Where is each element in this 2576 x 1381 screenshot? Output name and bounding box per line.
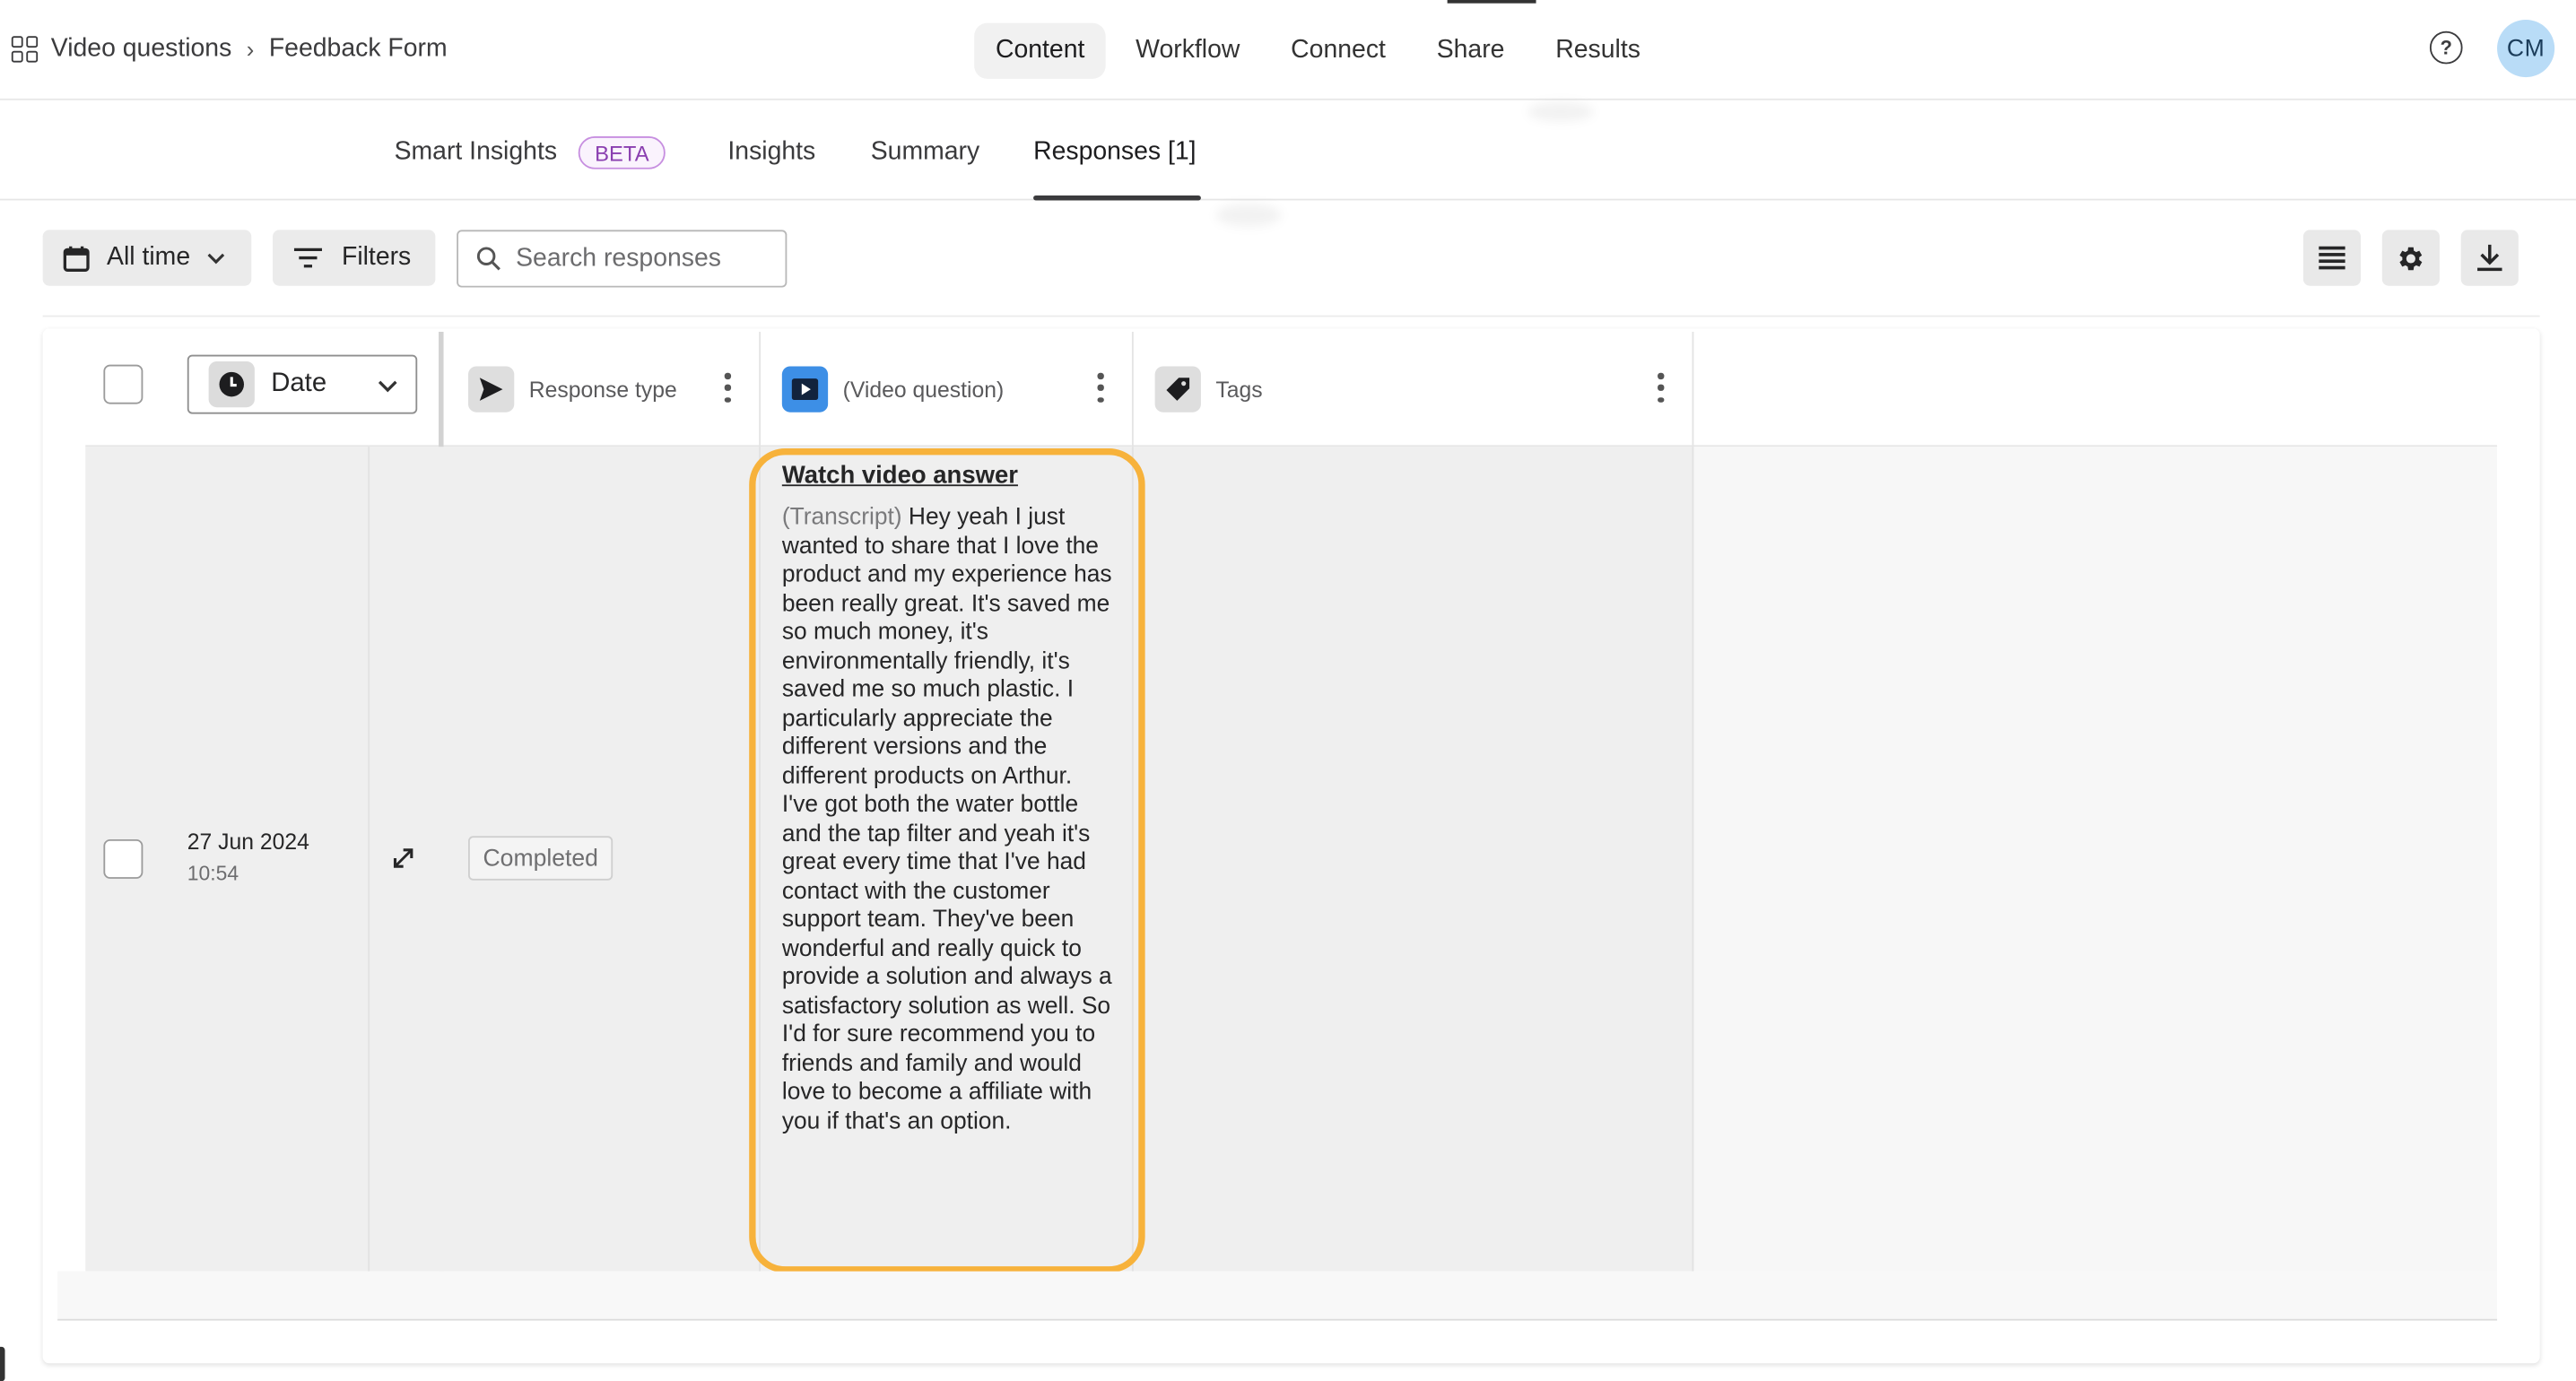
share-tab-indicator — [1447, 0, 1536, 4]
column-header-video-question[interactable]: (Video question) — [781, 365, 1005, 414]
subtab-summary[interactable]: Summary — [871, 135, 979, 170]
time-filter-button[interactable]: All time — [42, 230, 252, 286]
transcript-text[interactable]: (Transcript) Hey yeah I just wanted to s… — [782, 504, 1114, 1136]
row-date: 27 Jun 2024 — [187, 829, 309, 855]
app-root: Video questions › Feedback Form Content … — [0, 0, 2576, 1381]
avatar[interactable]: CM — [2497, 19, 2555, 78]
active-subtab-underline — [1033, 195, 1201, 201]
subtab-insights[interactable]: Insights — [727, 135, 815, 170]
column-menu-icon[interactable] — [1097, 372, 1104, 403]
filter-lines-icon — [293, 248, 322, 268]
table-view-button[interactable] — [2302, 230, 2362, 286]
tag-icon — [1154, 366, 1201, 413]
table-header-row — [85, 332, 2498, 447]
settings-button[interactable] — [2381, 230, 2440, 286]
search-input[interactable] — [516, 243, 762, 274]
sort-select-label: Date — [271, 369, 327, 398]
top-header: Video questions › Feedback Form Content … — [0, 0, 2576, 100]
tab-workflow[interactable]: Workflow — [1114, 23, 1261, 79]
subtab-smart-insights-label: Smart Insights — [394, 137, 558, 166]
clock-icon — [208, 360, 255, 408]
time-filter-label: All time — [107, 243, 191, 272]
chevron-right-icon: › — [246, 36, 255, 63]
tab-share[interactable]: Share — [1415, 23, 1526, 79]
column-menu-icon[interactable] — [725, 372, 731, 403]
filters-button[interactable]: Filters — [273, 230, 436, 286]
gear-icon — [2399, 246, 2423, 270]
download-button[interactable] — [2460, 230, 2519, 286]
expand-icon[interactable] — [389, 844, 417, 872]
breadcrumb-parent[interactable]: Video questions — [51, 34, 232, 64]
video-play-icon — [781, 366, 829, 413]
transcript-label: (Transcript) — [781, 504, 902, 531]
tab-connect[interactable]: Connect — [1269, 23, 1406, 79]
column-header-response-type[interactable]: Response type — [468, 365, 677, 414]
list-view-icon — [2319, 245, 2345, 269]
search-box[interactable] — [457, 230, 788, 288]
cell-divider — [368, 447, 370, 1272]
apps-grid-icon[interactable] — [11, 36, 39, 63]
watch-video-link[interactable]: Watch video answer — [782, 462, 1018, 490]
filters-label: Filters — [341, 243, 412, 272]
cell-divider — [1692, 447, 1694, 1272]
subtab-responses[interactable]: Responses [1] — [1033, 135, 1197, 170]
send-icon — [468, 366, 515, 413]
column-divider — [1131, 331, 1134, 447]
table-row-empty-area — [1693, 447, 2498, 1272]
search-icon — [476, 247, 500, 271]
breadcrumb: Video questions › Feedback Form — [11, 31, 448, 67]
table-footer — [57, 1271, 2498, 1319]
status-badge: Completed — [468, 836, 614, 881]
download-icon — [2477, 244, 2502, 272]
toolbar-divider — [42, 315, 2540, 317]
row-select-checkbox[interactable] — [103, 838, 144, 879]
main-tabs: Content Workflow Connect Share Results — [974, 22, 1670, 79]
results-subtabs: Smart Insights BETA Insights Summary Res… — [0, 100, 2576, 201]
subtab-smart-insights[interactable]: Smart Insights BETA — [395, 135, 666, 170]
column-header-label: Tags — [1215, 377, 1263, 402]
calendar-icon — [63, 245, 90, 272]
tab-results[interactable]: Results — [1534, 23, 1661, 79]
column-divider — [1692, 331, 1694, 447]
chevron-down-icon — [207, 252, 224, 264]
transcript-body: Hey yeah I just wanted to share that I l… — [781, 504, 1112, 1134]
breadcrumb-current: Feedback Form — [268, 34, 448, 63]
column-header-label: (Video question) — [842, 377, 1005, 402]
column-divider — [759, 331, 761, 447]
window-edge-marker — [0, 1346, 5, 1381]
beta-badge: BETA — [578, 136, 666, 169]
select-all-checkbox[interactable] — [103, 364, 144, 404]
column-header-label: Response type — [528, 377, 677, 402]
column-menu-icon[interactable] — [1658, 372, 1664, 403]
help-icon[interactable]: ? — [2429, 30, 2463, 65]
chevron-down-icon — [378, 380, 397, 393]
sort-date-select[interactable]: Date — [187, 354, 418, 414]
column-header-tags[interactable]: Tags — [1154, 365, 1263, 414]
tab-content[interactable]: Content — [974, 22, 1107, 79]
table-footer-divider — [57, 1318, 2498, 1321]
row-time: 10:54 — [187, 862, 239, 886]
underline-shadow — [1215, 204, 1282, 227]
